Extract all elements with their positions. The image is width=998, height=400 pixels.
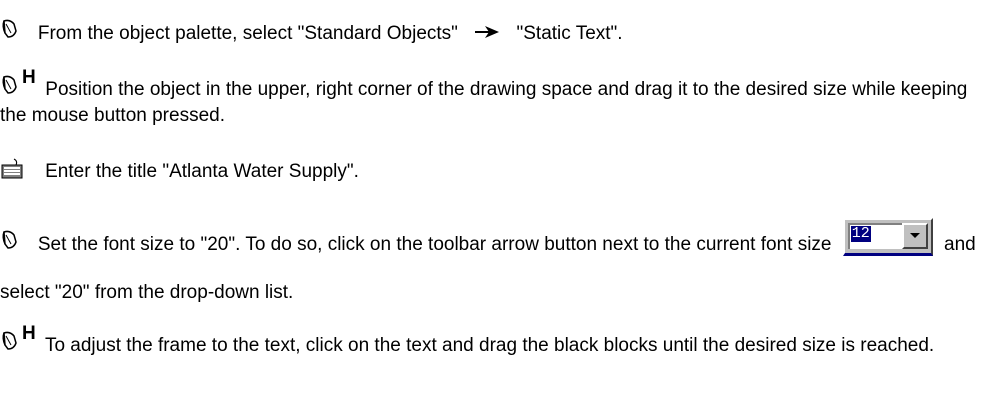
hold-letter: H	[22, 67, 36, 88]
font-size-field[interactable]: 12	[847, 223, 902, 249]
step-5: H To adjust the frame to the text, click…	[0, 324, 990, 359]
step-4: Set the font size to "20". To do so, cli…	[0, 218, 990, 317]
mouse-click-icon	[0, 229, 22, 253]
mouse-hold-icon: H	[0, 324, 40, 354]
step-2: H Position the object in the upper, righ…	[0, 68, 990, 129]
arrow-right-icon	[475, 20, 501, 46]
step-4-text-before: Set the font size to "20". To do so, cli…	[37, 234, 832, 255]
step-5-text: To adjust the frame to the text, click o…	[44, 335, 935, 356]
mouse-hold-icon: H	[0, 68, 40, 98]
step-3: Enter the title "Atlanta Water Supply".	[0, 158, 990, 185]
keyboard-icon	[0, 158, 24, 180]
step-2-text: Position the object in the upper, right …	[0, 79, 968, 126]
mouse-click-icon	[0, 18, 22, 42]
dropdown-arrow-button[interactable]	[901, 223, 928, 249]
step-3-text: Enter the title "Atlanta Water Supply".	[45, 161, 359, 182]
font-size-dropdown[interactable]: 12	[842, 218, 933, 256]
hold-letter: H	[22, 323, 36, 344]
step-1: From the object palette, select "Standar…	[0, 18, 990, 47]
font-size-value: 12	[850, 225, 871, 242]
step-1-text-after: "Static Text".	[516, 23, 623, 44]
step-1-text-before: From the object palette, select "Standar…	[37, 23, 458, 44]
